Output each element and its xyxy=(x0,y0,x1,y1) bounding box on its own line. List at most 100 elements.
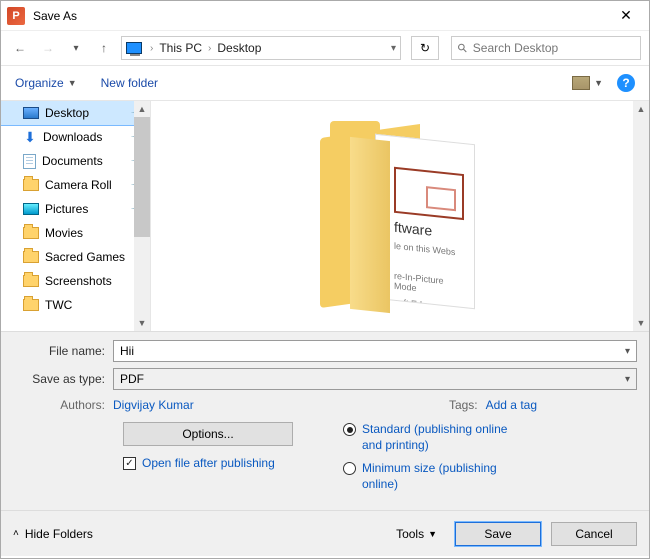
sidebar-item-label: TWC xyxy=(45,298,72,312)
scroll-thumb[interactable] xyxy=(134,117,150,237)
radio-standard-label: Standard (publishing online and printing… xyxy=(362,422,512,453)
this-pc-icon xyxy=(126,42,142,54)
radio-standard[interactable]: Standard (publishing online and printing… xyxy=(343,422,637,453)
chevron-right-icon: › xyxy=(208,43,211,54)
scroll-up-icon[interactable]: ▲ xyxy=(134,101,150,117)
refresh-button[interactable]: ↻ xyxy=(411,36,439,60)
sidebar-item-twc[interactable]: TWC xyxy=(1,293,150,317)
chevron-down-icon: ▼ xyxy=(594,78,603,88)
sidebar-item-documents[interactable]: Documents 📌 xyxy=(1,149,150,173)
radio-minimum-label: Minimum size (publishing online) xyxy=(362,461,512,492)
preview-scrollbar[interactable]: ▲ ▼ xyxy=(633,101,649,331)
scroll-up-icon[interactable]: ▲ xyxy=(633,101,649,117)
organize-menu[interactable]: Organize ▼ xyxy=(15,76,77,90)
app-icon: P xyxy=(7,7,25,25)
sidebar-item-label: Movies xyxy=(45,226,83,240)
chevron-down-icon: ▼ xyxy=(428,529,437,539)
up-button[interactable]: ↑ xyxy=(93,37,115,59)
picture-icon xyxy=(23,203,39,215)
preview-text: soft Edge Chromium xyxy=(394,297,466,310)
preview-thumbnail-icon xyxy=(394,167,464,220)
sidebar-item-label: Pictures xyxy=(45,202,88,216)
sidebar-item-label: Sacred Games xyxy=(45,250,125,264)
savetype-field[interactable]: PDF ▾ xyxy=(113,368,637,390)
savetype-label: Save as type: xyxy=(13,372,113,386)
folder-icon xyxy=(23,299,39,311)
address-bar[interactable]: › This PC › Desktop ▾ xyxy=(121,36,401,60)
sidebar-item-label: Downloads xyxy=(43,130,102,144)
folder-preview-pane: ftware le on this Webs re-In-Picture Mod… xyxy=(151,101,649,331)
search-icon: ⚲ xyxy=(454,40,470,56)
options-button[interactable]: Options... xyxy=(123,422,293,446)
authors-value[interactable]: Digvijay Kumar xyxy=(113,398,194,412)
download-icon: ⬇ xyxy=(23,130,37,144)
breadcrumb-desktop[interactable]: Desktop xyxy=(217,41,261,55)
help-button[interactable]: ? xyxy=(617,74,635,92)
view-mode-button[interactable] xyxy=(572,76,590,90)
scroll-down-icon[interactable]: ▼ xyxy=(633,315,649,331)
sidebar-scrollbar[interactable]: ▲ ▼ xyxy=(134,101,150,331)
filename-field[interactable]: ▾ xyxy=(113,340,637,362)
tools-menu[interactable]: Tools ▼ xyxy=(396,527,437,541)
body: Desktop 📌 ⬇ Downloads 📌 Documents 📌 Came… xyxy=(1,101,649,331)
radio-icon xyxy=(343,423,356,436)
chevron-down-icon: ▼ xyxy=(68,78,77,88)
savetype-dropdown[interactable]: ▾ xyxy=(625,374,630,385)
folder-icon xyxy=(23,275,39,287)
filename-label: File name: xyxy=(13,344,113,358)
folder-icon xyxy=(23,179,39,191)
sidebar-item-downloads[interactable]: ⬇ Downloads 📌 xyxy=(1,125,150,149)
window-title: Save As xyxy=(33,9,77,23)
address-dropdown[interactable]: ▾ xyxy=(391,43,396,54)
radio-icon xyxy=(343,462,356,475)
sidebar-item-desktop[interactable]: Desktop 📌 xyxy=(1,101,150,125)
sidebar-item-movies[interactable]: Movies xyxy=(1,221,150,245)
sidebar-item-pictures[interactable]: Pictures 📌 xyxy=(1,197,150,221)
chevron-up-icon: ˄ xyxy=(13,528,19,539)
footer: ˄ Hide Folders Tools ▼ Save Cancel xyxy=(1,510,649,556)
tags-value[interactable]: Add a tag xyxy=(486,398,537,412)
recent-dropdown[interactable]: ▾ xyxy=(65,37,87,59)
preview-text: ftware xyxy=(394,219,466,243)
sidebar-item-label: Screenshots xyxy=(45,274,112,288)
savetype-value: PDF xyxy=(120,372,144,386)
close-button[interactable]: ✕ xyxy=(603,1,649,31)
chevron-right-icon: › xyxy=(150,43,153,54)
document-icon xyxy=(23,154,36,169)
folder-icon xyxy=(23,227,39,239)
sidebar-item-sacred-games[interactable]: Sacred Games xyxy=(1,245,150,269)
open-after-label: Open file after publishing xyxy=(142,456,275,470)
filename-dropdown[interactable]: ▾ xyxy=(625,346,630,357)
search-placeholder: Search Desktop xyxy=(473,41,558,55)
sidebar-item-label: Camera Roll xyxy=(45,178,112,192)
desktop-icon xyxy=(23,107,39,119)
hide-folders-label: Hide Folders xyxy=(25,527,93,541)
nav-row: ← → ▾ ↑ › This PC › Desktop ▾ ↻ ⚲ Search… xyxy=(1,31,649,65)
tags-label: Tags: xyxy=(449,398,478,412)
radio-minimum[interactable]: Minimum size (publishing online) xyxy=(343,461,637,492)
sidebar: Desktop 📌 ⬇ Downloads 📌 Documents 📌 Came… xyxy=(1,101,151,331)
save-form: File name: ▾ Save as type: PDF ▾ Authors… xyxy=(1,331,649,510)
cancel-button[interactable]: Cancel xyxy=(551,522,637,546)
sidebar-item-camera-roll[interactable]: Camera Roll 📌 xyxy=(1,173,150,197)
save-button[interactable]: Save xyxy=(455,522,541,546)
sidebar-item-label: Desktop xyxy=(45,106,89,120)
preview-text: re-In-Picture Mode xyxy=(394,271,466,299)
forward-button[interactable]: → xyxy=(37,37,59,59)
checkbox-icon: ✓ xyxy=(123,457,136,470)
search-input[interactable]: ⚲ Search Desktop xyxy=(451,36,641,60)
new-folder-button[interactable]: New folder xyxy=(101,76,158,90)
back-button[interactable]: ← xyxy=(9,37,31,59)
scroll-down-icon[interactable]: ▼ xyxy=(134,315,150,331)
open-after-checkbox[interactable]: ✓ Open file after publishing xyxy=(123,456,313,470)
breadcrumb-this-pc[interactable]: This PC xyxy=(159,41,202,55)
sidebar-item-screenshots[interactable]: Screenshots xyxy=(1,269,150,293)
folder-icon xyxy=(23,251,39,263)
filename-input[interactable] xyxy=(120,344,625,358)
toolbar: Organize ▼ New folder ▼ ? xyxy=(1,65,649,101)
title-bar: P Save As ✕ xyxy=(1,1,649,31)
sidebar-item-label: Documents xyxy=(42,154,103,168)
authors-label: Authors: xyxy=(13,398,113,412)
hide-folders-button[interactable]: ˄ Hide Folders xyxy=(13,527,93,541)
folder-preview-icon[interactable]: ftware le on this Webs re-In-Picture Mod… xyxy=(320,121,480,311)
